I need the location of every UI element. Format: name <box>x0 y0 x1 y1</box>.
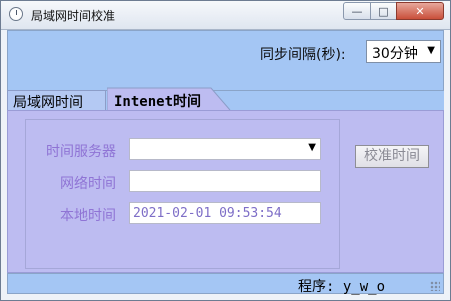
minimize-button[interactable]: — <box>343 2 371 20</box>
chevron-down-icon: ▼ <box>427 45 435 56</box>
tab-label: 局域网时间 <box>13 95 83 111</box>
app-window: 局域网时间校准 — □ ✕ 同步间隔(秒): 30分钟 ▼ 局域网时间 Inte… <box>0 0 451 301</box>
settings-panel: 同步间隔(秒): 30分钟 ▼ <box>7 30 444 91</box>
calibrate-button[interactable]: 校准时间 <box>355 145 429 168</box>
sync-interval-select[interactable]: 30分钟 ▼ <box>366 40 441 63</box>
server-select[interactable]: ▼ <box>129 138 321 160</box>
tab-lan-time[interactable]: 局域网时间 <box>7 90 106 111</box>
window-title: 局域网时间校准 <box>31 9 116 23</box>
network-time-field[interactable] <box>129 170 321 192</box>
local-time-label: 本地时间 <box>60 208 116 224</box>
clock-icon <box>9 7 23 21</box>
tab-label: Intenet时间 <box>114 94 202 110</box>
tab-internet-time[interactable]: Intenet时间 <box>107 87 231 111</box>
status-bar: 程序: y_w_o <box>7 273 444 295</box>
close-button[interactable]: ✕ <box>396 2 444 20</box>
server-label: 时间服务器 <box>46 144 116 160</box>
maximize-button[interactable]: □ <box>370 2 397 20</box>
local-time-value: 2021-02-01 09:53:54 <box>133 206 282 221</box>
resize-grip-icon[interactable] <box>430 281 440 291</box>
sync-interval-label: 同步间隔(秒): <box>260 47 346 63</box>
chevron-down-icon: ▼ <box>308 142 316 153</box>
network-time-label: 网络时间 <box>60 176 116 192</box>
status-text: 程序: y_w_o <box>298 279 386 295</box>
local-time-field[interactable]: 2021-02-01 09:53:54 <box>129 202 321 224</box>
title-bar[interactable]: 局域网时间校准 — □ ✕ <box>1 1 450 30</box>
sync-interval-value: 30分钟 <box>372 46 418 62</box>
